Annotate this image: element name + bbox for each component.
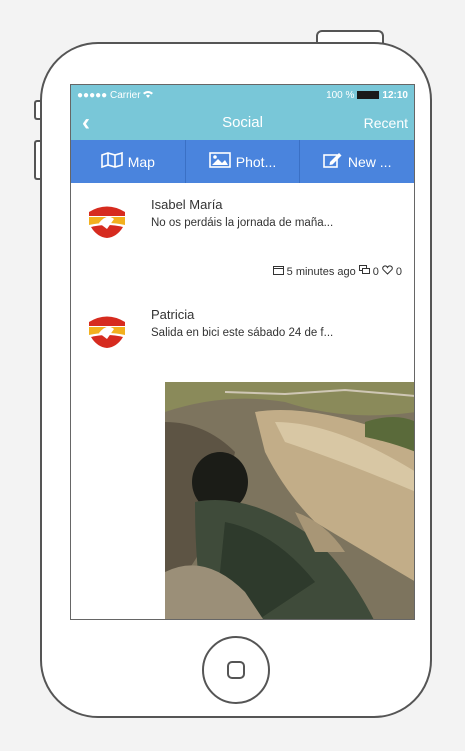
- home-square-icon: [227, 661, 245, 679]
- photo-button[interactable]: Phot...: [186, 140, 301, 183]
- avatar: [87, 199, 127, 239]
- recent-button[interactable]: Recent: [364, 115, 414, 131]
- image-icon: [208, 152, 236, 171]
- comment-icon: [358, 265, 370, 278]
- wifi-icon: [143, 90, 154, 101]
- new-post-button-label: New ...: [347, 153, 392, 170]
- post-item[interactable]: Isabel María No os perdáis la jornada de…: [71, 183, 414, 293]
- nav-bar: ‹ Social Recent: [71, 105, 414, 140]
- map-button-label: Map: [127, 153, 155, 170]
- heart-icon[interactable]: [382, 265, 393, 278]
- photo-button-label: Phot...: [235, 153, 277, 170]
- home-button[interactable]: [202, 636, 270, 704]
- post-text: No os perdáis la jornada de maña...: [151, 217, 334, 229]
- comment-count: 0: [372, 265, 379, 278]
- post-photo[interactable]: [165, 382, 414, 619]
- clock: 12:10: [382, 89, 408, 101]
- like-count: 0: [395, 265, 402, 278]
- map-button[interactable]: Map: [71, 140, 186, 183]
- post-author: Patricia: [151, 307, 195, 322]
- post-item[interactable]: Patricia Salida en bici este sábado 24 d…: [71, 293, 414, 373]
- calendar-icon: [272, 265, 284, 278]
- edit-icon: [323, 152, 348, 171]
- status-bar: ●●●●● Carrier 100 % 12:10: [71, 85, 414, 105]
- phone-screen: ●●●●● Carrier 100 % 12:10 ‹ Social Recen…: [70, 84, 415, 620]
- carrier-label: ●●●●● Carrier: [77, 90, 326, 101]
- post-time: 5 minutes ago: [286, 265, 356, 278]
- battery-icon: [357, 91, 380, 99]
- post-author: Isabel María: [151, 197, 223, 212]
- new-post-button[interactable]: New ...: [300, 140, 414, 183]
- battery-percent: 100 %: [326, 89, 355, 101]
- avatar: [87, 309, 127, 349]
- map-icon: [100, 151, 128, 171]
- page-title: Social: [222, 114, 263, 131]
- action-toolbar: Map Phot... New ...: [71, 140, 414, 183]
- carrier-text: ●●●●● Carrier: [77, 89, 141, 101]
- post-meta: 5 minutes ago 0 0: [272, 265, 402, 278]
- post-text: Salida en bici este sábado 24 de f...: [151, 327, 334, 339]
